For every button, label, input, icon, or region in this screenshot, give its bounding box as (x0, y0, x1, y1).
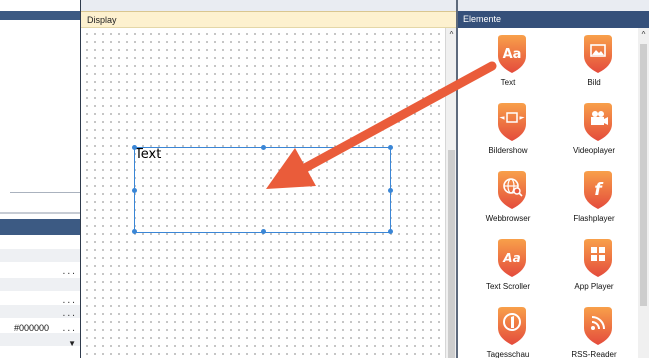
resize-handle[interactable] (388, 229, 393, 234)
display-canvas[interactable]: Text (81, 28, 445, 358)
resize-handle[interactable] (388, 188, 393, 193)
element-app-player[interactable]: App Player (554, 238, 634, 306)
video-camera-icon (584, 103, 612, 141)
property-more-button[interactable]: ... (62, 310, 76, 318)
resize-handle[interactable] (132, 188, 137, 193)
element-label: Text Scroller (485, 282, 530, 291)
selected-text-element[interactable]: Text (132, 145, 393, 234)
resize-handle[interactable] (132, 145, 137, 150)
element-text-scroller[interactable]: Aa Text Scroller (468, 238, 548, 306)
resize-handle[interactable] (261, 229, 266, 234)
svg-text:Aa: Aa (503, 47, 522, 62)
display-panel: Display Text ^ (81, 11, 456, 358)
app-grid-icon (584, 239, 612, 277)
tagesschau-icon (498, 307, 526, 345)
element-label: RSS-Reader (571, 350, 617, 358)
element-bildershow[interactable]: Bildershow (468, 102, 548, 170)
elements-scrollbar[interactable]: ^ (638, 28, 649, 358)
element-label: Videoplayer (572, 146, 616, 155)
display-title: Display (81, 11, 456, 28)
element-webbrowser[interactable]: Webbrowser (468, 170, 548, 238)
display-scrollbar[interactable]: ^ (445, 28, 456, 358)
properties-divider (10, 192, 80, 193)
slideshow-icon (498, 103, 526, 141)
properties-splitter[interactable] (0, 212, 80, 214)
element-videoplayer[interactable]: Videoplayer (554, 102, 634, 170)
properties-header-bar (0, 11, 80, 20)
color-value: #000000 (14, 323, 50, 333)
color-more-button[interactable]: ... (62, 325, 76, 333)
element-label: Bild (587, 78, 601, 87)
resize-handle[interactable] (388, 145, 393, 150)
scroll-up-icon[interactable]: ^ (638, 28, 649, 42)
resize-handle[interactable] (132, 229, 137, 234)
properties-panel: ... ... ... ... #000000 ▼ (0, 0, 80, 358)
element-flashplayer[interactable]: f Flashplayer (554, 170, 634, 238)
scrollbar-thumb[interactable] (448, 150, 455, 358)
element-label: Bildershow (488, 146, 528, 155)
svg-text:Aa: Aa (502, 251, 520, 265)
flash-icon: f (584, 171, 612, 209)
element-label: Webbrowser (485, 214, 531, 223)
elements-title: Elemente (458, 11, 649, 28)
element-label: App Player (574, 282, 614, 291)
text-aa-icon: Aa (498, 35, 526, 73)
elements-panel: Elemente Aa Text Bild Bildershow Videopl… (458, 11, 649, 358)
globe-search-icon (498, 171, 526, 209)
text-scroller-icon: Aa (498, 239, 526, 277)
resize-handle[interactable] (261, 145, 266, 150)
element-bild[interactable]: Bild (554, 34, 634, 102)
element-tagesschau[interactable]: Tagesschau (468, 306, 548, 358)
properties-section-header (0, 219, 80, 235)
dropdown-arrow-icon[interactable]: ▼ (68, 339, 76, 348)
element-label: Text (500, 78, 516, 87)
text-element-content: Text (135, 147, 162, 162)
element-label: Tagesschau (486, 350, 530, 358)
property-row[interactable] (0, 278, 80, 291)
elements-list: Aa Text Bild Bildershow Videoplayer Webb… (458, 28, 638, 358)
property-row[interactable] (0, 249, 80, 262)
rss-icon (584, 307, 612, 345)
property-more-button[interactable]: ... (62, 268, 76, 276)
element-rss-reader[interactable]: RSS-Reader (554, 306, 634, 358)
property-more-button[interactable]: ... (62, 297, 76, 305)
element-text[interactable]: Aa Text (468, 34, 548, 102)
image-icon (584, 35, 612, 73)
element-label: Flashplayer (573, 214, 615, 223)
scrollbar-thumb[interactable] (640, 44, 647, 306)
